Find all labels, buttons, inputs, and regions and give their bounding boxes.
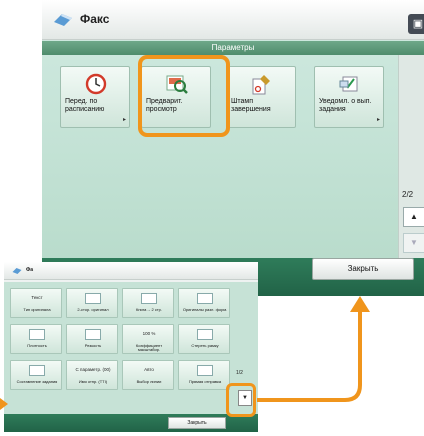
connector-arrow <box>0 296 370 410</box>
